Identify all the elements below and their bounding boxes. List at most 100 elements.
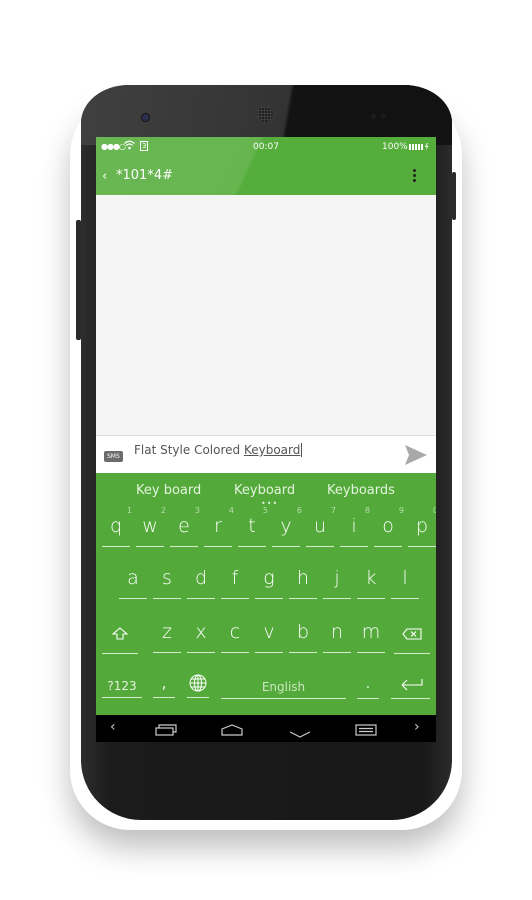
screen: ●●●○ 3 00:07 100% ‹ *101*4# SMS Flat Sty…: [96, 137, 436, 742]
key-label: w: [142, 515, 158, 537]
hide-keyboard-button[interactable]: [289, 724, 311, 742]
menu-button[interactable]: [355, 721, 377, 740]
key-label: o: [382, 515, 394, 537]
status-bar: ●●●○ 3 00:07 100%: [96, 137, 436, 157]
key-label: l: [402, 567, 408, 589]
language-key[interactable]: [187, 674, 209, 698]
key-h[interactable]: h: [289, 567, 317, 599]
shift-icon: [111, 627, 129, 640]
keyboard: Key board Keyboard Keyboards ••• 1q2w3e4…: [96, 473, 436, 715]
nav-right-arrow[interactable]: ›: [414, 719, 420, 735]
key-label: b: [296, 621, 310, 643]
menu-icon: [355, 724, 377, 736]
battery-percent: 100%: [382, 142, 408, 152]
key-number-hint: 5: [262, 506, 268, 515]
send-button[interactable]: [404, 444, 428, 470]
key-w[interactable]: 2w: [136, 506, 166, 547]
key-number-hint: 2: [160, 506, 166, 515]
sim-indicator: 3: [140, 141, 149, 151]
key-n[interactable]: n: [323, 621, 351, 653]
proximity-sensor: [371, 114, 376, 119]
home-button[interactable]: [221, 721, 243, 740]
key-label: d: [194, 567, 208, 589]
key-z[interactable]: z: [153, 621, 181, 653]
volume-button[interactable]: [76, 220, 81, 340]
key-label: g: [263, 567, 275, 589]
back-button[interactable]: ‹: [102, 169, 107, 184]
key-label: f: [231, 567, 239, 589]
key-label: q: [109, 515, 123, 537]
recents-icon: [155, 724, 177, 736]
key-label: r: [214, 515, 222, 537]
battery-icon: [409, 143, 429, 154]
key-number-hint: 7: [330, 506, 336, 515]
key-l[interactable]: l: [391, 567, 419, 599]
chevron-down-icon: [289, 731, 311, 738]
key-d[interactable]: d: [187, 567, 215, 599]
app-bar: ‹ *101*4#: [96, 157, 436, 195]
key-v[interactable]: v: [255, 621, 283, 653]
key-k[interactable]: k: [357, 567, 385, 599]
recents-button[interactable]: [155, 721, 177, 740]
key-p[interactable]: 0p: [408, 506, 436, 547]
backspace-key[interactable]: [394, 623, 430, 654]
key-i[interactable]: 8i: [340, 506, 370, 547]
key-s[interactable]: s: [153, 567, 181, 599]
message-text-composing: Keyboard: [243, 443, 301, 457]
key-label: h: [296, 567, 310, 589]
key-t[interactable]: 5t: [238, 506, 268, 547]
key-b[interactable]: b: [289, 621, 317, 653]
earpiece-speaker: [257, 106, 273, 122]
key-f[interactable]: f: [221, 567, 249, 599]
enter-icon: [401, 679, 423, 691]
key-e[interactable]: 3e: [170, 506, 200, 547]
enter-key[interactable]: [391, 676, 430, 699]
nav-left-arrow[interactable]: ‹: [110, 719, 116, 735]
key-label: i: [351, 515, 357, 537]
key-c[interactable]: c: [221, 621, 249, 653]
suggestion-2[interactable]: Keyboard: [234, 483, 295, 498]
key-q[interactable]: 1q: [102, 506, 132, 547]
key-number-hint: 4: [228, 506, 234, 515]
space-key[interactable]: English: [221, 676, 346, 699]
key-label: z: [162, 621, 172, 643]
key-o[interactable]: 9o: [374, 506, 404, 547]
key-m[interactable]: m: [357, 621, 385, 653]
suggestion-1[interactable]: Key board: [136, 483, 201, 498]
key-a[interactable]: a: [119, 567, 147, 599]
key-label: u: [313, 515, 327, 537]
key-j[interactable]: j: [323, 567, 351, 599]
overflow-menu-icon[interactable]: [413, 169, 416, 184]
key-u[interactable]: 7u: [306, 506, 336, 547]
power-button[interactable]: [452, 172, 456, 220]
light-sensor: [381, 114, 386, 119]
message-input[interactable]: Flat Style Colored Keyboard: [134, 443, 303, 457]
symbols-key[interactable]: ?123: [102, 675, 142, 698]
key-label: y: [280, 515, 292, 537]
key-y[interactable]: 6y: [272, 506, 302, 547]
key-x[interactable]: x: [187, 621, 215, 653]
key-g[interactable]: g: [255, 567, 283, 599]
send-icon: [405, 445, 427, 465]
compose-bar: SMS Flat Style Colored Keyboard: [96, 435, 436, 474]
shift-key[interactable]: [102, 623, 138, 654]
key-label: n: [330, 621, 344, 643]
key-r[interactable]: 4r: [204, 506, 234, 547]
message-list[interactable]: [96, 195, 436, 435]
key-label: j: [334, 567, 340, 589]
wifi-icon: [124, 140, 135, 153]
suggestion-3[interactable]: Keyboards: [327, 483, 395, 498]
front-camera: [142, 114, 149, 121]
key-label: s: [162, 567, 172, 589]
key-label: p: [415, 515, 429, 537]
key-number-hint: 6: [296, 506, 302, 515]
key-number-hint: 9: [398, 506, 404, 515]
key-label: a: [127, 567, 139, 589]
key-label: t: [248, 515, 256, 537]
comma-key[interactable]: ,: [153, 673, 175, 698]
globe-icon: [189, 674, 207, 692]
period-key[interactable]: .: [357, 673, 379, 699]
key-number-hint: 3: [194, 506, 200, 515]
message-text: Flat Style Colored: [134, 443, 244, 457]
key-number-hint: 0: [432, 506, 436, 515]
